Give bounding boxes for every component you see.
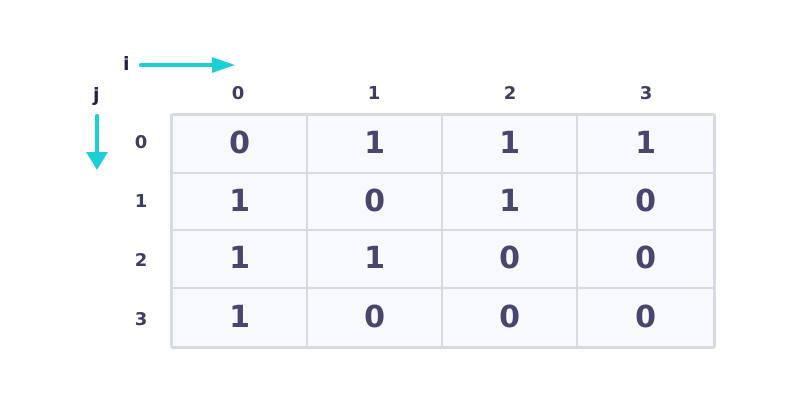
column-header: 0	[231, 83, 245, 104]
matrix-cell: 0	[443, 231, 578, 289]
matrix-cell: 0	[578, 231, 713, 289]
row-header: 2	[134, 250, 148, 271]
matrix-cell: 1	[578, 116, 713, 174]
matrix-cell: 0	[443, 288, 578, 346]
matrix-cell: 0	[308, 173, 443, 231]
matrix-cell: 1	[173, 288, 308, 346]
matrix-cell: 1	[308, 116, 443, 174]
matrix-cell: 1	[443, 173, 578, 231]
matrix-cell: 0	[308, 288, 443, 346]
column-header: 3	[639, 83, 653, 104]
row-header: 3	[134, 309, 148, 330]
column-header: 2	[503, 83, 517, 104]
i-direction-arrow-icon	[139, 57, 235, 73]
matrix-cell: 0	[635, 299, 656, 335]
matrix-cell: 0	[173, 116, 308, 174]
row-header: 0	[134, 132, 148, 153]
j-direction-arrow-icon	[86, 114, 108, 170]
matrix-cell: 0	[578, 174, 713, 231]
matrix-cell: 1	[443, 116, 578, 174]
adjacency-matrix: 0 1 1 1 1 0 1 0 1 1 0 0 1 0 0 0	[170, 113, 716, 349]
row-header: 1	[134, 191, 148, 212]
matrix-cell: 1	[173, 231, 308, 289]
matrix-cell: 1	[173, 173, 308, 231]
column-header: 1	[367, 83, 381, 104]
matrix-cell: 1	[308, 231, 443, 289]
